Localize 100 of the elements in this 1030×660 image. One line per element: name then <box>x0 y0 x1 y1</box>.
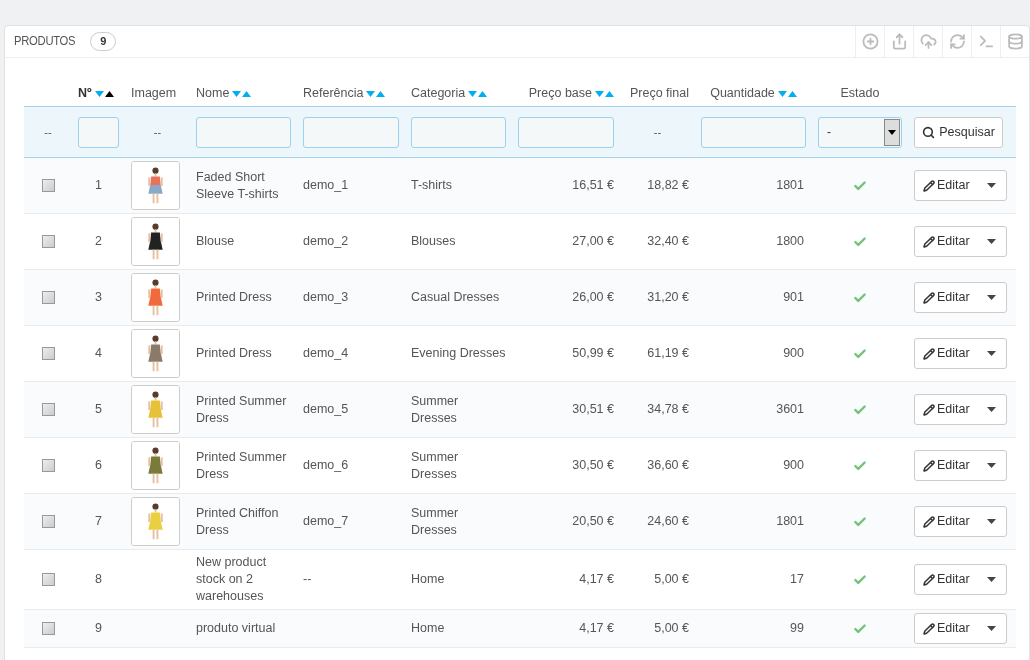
edit-button[interactable]: Editar <box>914 394 1007 425</box>
column-header[interactable]: Nº <box>78 84 92 103</box>
filter-field[interactable] <box>518 116 614 148</box>
product-id: 4 <box>95 345 102 363</box>
empty-filter: -- <box>653 124 662 140</box>
caret-icon <box>987 239 996 244</box>
pencil-icon <box>923 179 935 192</box>
product-category: Home <box>411 620 446 637</box>
sort-descending-icon[interactable] <box>777 90 787 97</box>
edit-button[interactable]: Editar <box>914 506 1007 537</box>
edit-button[interactable]: Editar <box>914 170 1007 201</box>
row-checkbox[interactable] <box>41 291 55 304</box>
product-name: Printed Chiffon Dress <box>196 504 280 539</box>
active-check-icon[interactable] <box>853 234 867 249</box>
edit-button[interactable]: Editar <box>914 282 1007 313</box>
edit-button[interactable]: Editar <box>914 338 1007 369</box>
active-check-icon[interactable] <box>853 178 867 193</box>
product-reference: demo_2 <box>303 234 349 249</box>
row-checkbox[interactable] <box>41 622 55 635</box>
product-name: Printed Summer Dress <box>196 392 288 427</box>
product-name: Blouse <box>196 233 236 250</box>
product-quantity: 3601 <box>776 401 804 419</box>
final-price: 18,82 € <box>647 177 689 195</box>
product-quantity: 17 <box>790 571 804 589</box>
caret-icon <box>987 626 996 631</box>
column-header[interactable]: Nome <box>196 84 230 103</box>
row-checkbox[interactable] <box>41 459 55 472</box>
pencil-icon <box>923 235 935 248</box>
edit-button[interactable]: Editar <box>914 564 1007 595</box>
product-reference: demo_7 <box>303 514 349 529</box>
sort-descending-icon[interactable] <box>232 90 242 97</box>
caret-icon <box>987 295 996 300</box>
active-check-icon[interactable] <box>853 290 867 305</box>
active-check-icon[interactable] <box>853 572 867 587</box>
pencil-icon <box>923 459 935 472</box>
edit-button[interactable]: Editar <box>914 613 1007 644</box>
column-header[interactable]: Categoria <box>411 84 466 103</box>
product-name: Faded Short Sleeve T-shirts <box>196 168 280 203</box>
product-reference: demo_5 <box>303 402 349 417</box>
product-name: Printed Dress <box>196 289 273 306</box>
filter-field[interactable] <box>196 116 291 148</box>
final-price: 5,00 € <box>654 620 689 638</box>
final-price: 24,60 € <box>647 513 689 531</box>
active-check-icon[interactable] <box>853 402 867 417</box>
base-price: 4,17 € <box>579 620 614 638</box>
row-checkbox[interactable] <box>41 179 55 192</box>
product-id: 6 <box>95 457 102 475</box>
column-header: Preço final <box>629 85 689 103</box>
column-header: Imagem <box>131 85 177 103</box>
pencil-icon <box>923 347 935 360</box>
active-check-icon[interactable] <box>853 346 867 361</box>
product-reference: demo_6 <box>303 458 349 473</box>
product-category: T-shirts <box>411 177 453 194</box>
product-id: 7 <box>95 513 102 531</box>
base-price: 4,17 € <box>579 571 614 589</box>
product-quantity: 1801 <box>776 177 804 195</box>
product-id: 3 <box>95 289 102 307</box>
product-category: Summer Dresses <box>411 392 460 427</box>
sort-descending-icon[interactable] <box>468 90 478 97</box>
row-checkbox[interactable] <box>41 403 55 416</box>
final-price: 32,40 € <box>647 233 689 251</box>
active-check-icon[interactable] <box>853 514 867 529</box>
row-checkbox[interactable] <box>41 573 55 586</box>
pencil-icon <box>923 515 935 528</box>
filter-field[interactable] <box>411 116 506 148</box>
column-header[interactable]: Preço base <box>528 84 592 103</box>
column-header[interactable]: Referência <box>303 84 364 103</box>
final-price: 31,20 € <box>647 289 689 307</box>
search-button[interactable]: Pesquisar <box>914 116 1003 148</box>
column-header[interactable]: Quantidade <box>710 84 775 103</box>
row-checkbox[interactable] <box>41 235 55 248</box>
product-id: 8 <box>95 571 102 589</box>
base-price: 30,50 € <box>572 457 614 475</box>
product-reference: demo_4 <box>303 346 349 361</box>
filter-field[interactable] <box>303 116 399 148</box>
edit-button[interactable]: Editar <box>914 226 1007 257</box>
caret-icon <box>987 183 996 188</box>
active-check-icon[interactable] <box>853 621 867 636</box>
product-id: 1 <box>95 177 102 195</box>
row-checkbox[interactable] <box>41 347 55 360</box>
panel-title: PRODUTOS <box>14 33 76 51</box>
sort-descending-icon[interactable] <box>366 90 376 97</box>
product-quantity: 99 <box>790 620 804 638</box>
product-name: Printed Dress <box>196 345 273 362</box>
active-check-icon[interactable] <box>853 458 867 473</box>
product-id: 2 <box>95 233 102 251</box>
product-category: Summer Dresses <box>411 504 460 539</box>
row-checkbox[interactable] <box>41 515 55 528</box>
dropdown-arrow-icon <box>888 129 896 135</box>
filter-field[interactable] <box>701 116 806 148</box>
base-price: 27,00 € <box>572 233 614 251</box>
base-price: 50,99 € <box>572 345 614 363</box>
filter-field[interactable] <box>78 116 119 148</box>
sort-ascending-icon[interactable] <box>104 90 114 97</box>
edit-button[interactable]: Editar <box>914 450 1007 481</box>
status-select[interactable]: - <box>818 116 902 148</box>
sort-descending-icon[interactable] <box>595 90 604 97</box>
product-category: Summer Dresses <box>411 448 460 483</box>
product-quantity: 1801 <box>776 513 804 531</box>
caret-icon <box>987 407 996 412</box>
